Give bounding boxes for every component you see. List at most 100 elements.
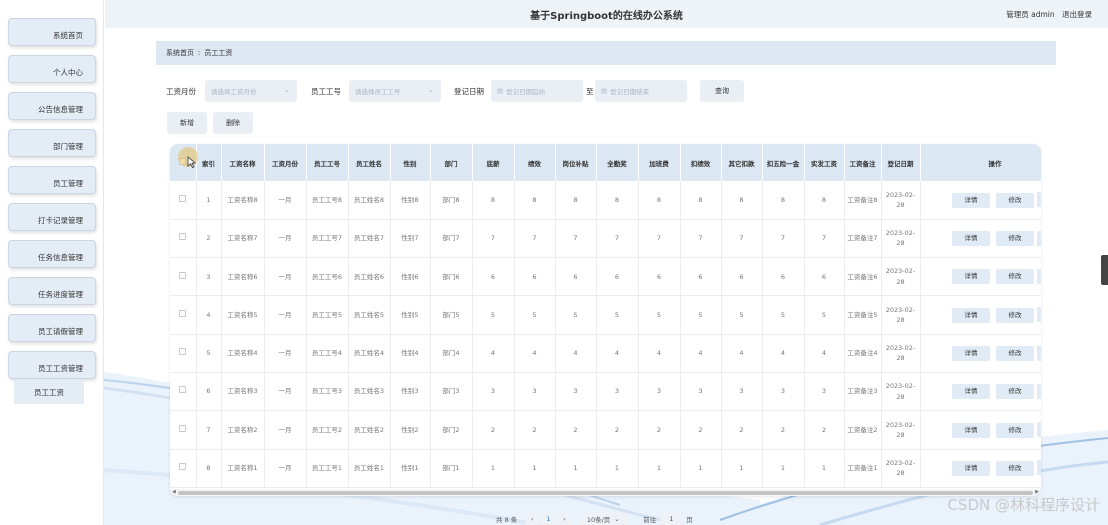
edit-button[interactable]: 修改 — [996, 422, 1034, 438]
edit-button[interactable]: 修改 — [996, 346, 1034, 362]
edit-button[interactable]: 修改 — [996, 231, 1034, 247]
sidebar-item-attendance[interactable]: 打卡记录管理 — [8, 203, 96, 231]
delete-row-button[interactable] — [1037, 422, 1041, 438]
cell-text: 工资备注1 — [847, 464, 878, 473]
row-checkbox[interactable] — [179, 233, 187, 241]
cell-salary-name: 工资名称7 — [221, 219, 265, 259]
cell-attendance-bonus: 3 — [596, 372, 639, 412]
delete-row-button[interactable] — [1037, 307, 1041, 323]
cell-index: 1 — [196, 181, 222, 220]
page-size-select[interactable]: 10条/页 ⌄ — [579, 512, 628, 525]
column-header: 其它扣款 — [721, 144, 763, 181]
delete-row-button[interactable] — [1037, 230, 1041, 246]
query-button[interactable]: 查询 — [700, 80, 744, 102]
row-checkbox[interactable] — [179, 424, 187, 432]
delete-button[interactable]: 删除 — [213, 112, 253, 134]
edit-button[interactable]: 修改 — [996, 192, 1034, 208]
scroll-left-icon[interactable]: ◀ — [172, 489, 176, 495]
detail-button[interactable]: 详情 — [952, 384, 990, 400]
table-row[interactable]: 7 工资名称2 一月 员工工号2 员工姓名2 性别2 部门2 2 2 2 2 2 2 2 2 2 工资备注2 20… — [170, 410, 1041, 450]
breadcrumb-home[interactable]: 系统首页 — [166, 48, 194, 58]
cell-performance: 5 — [514, 295, 556, 335]
cell-select[interactable] — [170, 372, 197, 412]
sidebar-item-salary[interactable]: 员工工资管理 — [8, 351, 96, 379]
sidebar-item-leave[interactable]: 员工请假管理 — [8, 314, 96, 342]
cell-text: 性别5 — [401, 310, 419, 319]
cell-select[interactable] — [170, 181, 197, 220]
table-row[interactable]: 5 工资名称4 一月 员工工号4 员工姓名4 性别4 部门4 4 4 4 4 4 4 4 4 4 工资备注4 20… — [170, 334, 1041, 373]
cell-overtime-pay: 7 — [638, 219, 681, 259]
detail-button[interactable]: 详情 — [952, 192, 990, 208]
cell-select[interactable] — [170, 219, 197, 259]
table-row[interactable]: 8 工资名称1 一月 员工工号1 员工姓名1 性别1 部门1 1 1 1 1 1 1 1 1 1 工资备注1 20… — [170, 449, 1041, 488]
row-checkbox[interactable] — [179, 463, 187, 471]
sidebar-item-task-progress[interactable]: 任务进度管理 — [8, 277, 96, 305]
cell-select[interactable] — [170, 334, 197, 373]
cell-select[interactable] — [170, 410, 197, 450]
cell-post-allowance: 7 — [555, 219, 597, 259]
cell-text: 4 — [698, 349, 703, 358]
cell-text: 员工工号3 — [311, 387, 343, 396]
sidebar-item-home[interactable]: 系统首页 — [8, 18, 96, 46]
table-row[interactable]: 2 工资名称7 一月 员工工号7 员工姓名7 性别7 部门7 7 7 7 7 7 7 7 7 7 工资备注7 20… — [170, 219, 1041, 259]
detail-button[interactable]: 详情 — [952, 422, 990, 438]
delete-row-button[interactable] — [1037, 460, 1041, 476]
row-checkbox[interactable] — [179, 194, 187, 202]
date-end-input[interactable]: ▤ 登记日期结束 — [595, 80, 687, 102]
sidebar-item-profile[interactable]: 个人中心 — [8, 55, 96, 83]
row-checkbox[interactable] — [179, 271, 187, 279]
detail-button[interactable]: 详情 — [952, 307, 990, 323]
row-checkbox[interactable] — [179, 348, 187, 356]
cell-text: 1 — [614, 464, 620, 473]
cell-other-deduction: 8 — [721, 181, 763, 220]
logout-link[interactable]: 退出登录 — [1062, 10, 1092, 19]
delete-row-button[interactable] — [1037, 268, 1041, 284]
cell-text: 工资名称3 — [227, 387, 258, 396]
prev-page-icon[interactable]: ‹ — [525, 512, 540, 525]
salary-month-select[interactable]: 请选择工资月份 ⌄ — [205, 80, 297, 102]
edit-button[interactable]: 修改 — [996, 307, 1034, 323]
delete-row-button[interactable] — [1037, 192, 1041, 208]
sidebar-item-departments[interactable]: 部门管理 — [8, 129, 96, 157]
cell-select[interactable] — [170, 257, 197, 297]
add-button[interactable]: 新增 — [167, 112, 207, 134]
goto-page-input[interactable]: 1 — [660, 512, 683, 525]
page-number[interactable]: 1 — [541, 512, 556, 525]
scroll-thumb[interactable] — [178, 491, 1033, 495]
detail-button[interactable]: 详情 — [952, 269, 990, 285]
cell-actions: 详情 修改 — [920, 449, 1041, 488]
edit-button[interactable]: 修改 — [996, 384, 1034, 400]
cell-department: 部门1 — [430, 449, 473, 488]
detail-button[interactable]: 详情 — [952, 346, 990, 362]
edit-button[interactable]: 修改 — [996, 460, 1034, 476]
side-drawer-handle[interactable] — [1101, 255, 1108, 285]
detail-button[interactable]: 详情 — [952, 231, 990, 247]
cell-select[interactable] — [170, 295, 197, 335]
delete-row-button[interactable] — [1037, 345, 1041, 361]
sidebar-subitem-salary[interactable]: 员工工资 — [14, 380, 84, 404]
cell-post-allowance: 5 — [555, 295, 597, 335]
table-row[interactable]: 4 工资名称5 一月 员工工号5 员工姓名5 性别5 部门5 5 5 5 5 5 5 5 5 5 工资备注5 20… — [170, 295, 1041, 335]
row-checkbox[interactable] — [179, 309, 187, 317]
delete-row-button[interactable] — [1037, 383, 1041, 399]
cell-base-salary: 3 — [472, 372, 515, 412]
cell-overtime-pay: 5 — [638, 295, 681, 335]
cell-select[interactable] — [170, 449, 197, 488]
table-row[interactable]: 1 工资名称8 一月 员工工号8 员工姓名8 性别8 部门8 8 8 8 8 8 8 8 8 8 工资备注8 20… — [170, 181, 1041, 220]
cell-employee-name: 员工姓名1 — [348, 449, 391, 488]
next-page-icon[interactable]: › — [557, 512, 572, 525]
date-start-input[interactable]: ▤ 登记日期起始 — [491, 80, 583, 102]
cell-text: 4 — [821, 349, 827, 358]
cell-department: 部门6 — [430, 257, 473, 297]
cell-text: 员工姓名6 — [353, 272, 385, 281]
sidebar-item-employees[interactable]: 员工管理 — [8, 166, 96, 194]
table-row[interactable]: 3 工资名称6 一月 员工工号6 员工姓名6 性别6 部门6 6 6 6 6 6 6 6 6 6 工资备注6 20… — [170, 257, 1041, 297]
sidebar-item-notices[interactable]: 公告信息管理 — [8, 92, 96, 120]
row-checkbox[interactable] — [179, 386, 187, 394]
edit-button[interactable]: 修改 — [996, 269, 1034, 285]
horizontal-scrollbar[interactable]: ◀ ▶ — [170, 489, 1041, 496]
detail-button[interactable]: 详情 — [952, 460, 990, 476]
table-row[interactable]: 6 工资名称3 一月 员工工号3 员工姓名3 性别3 部门3 3 3 3 3 3 3 3 3 3 工资备注3 20… — [170, 372, 1041, 412]
sidebar-item-tasks[interactable]: 任务信息管理 — [8, 240, 96, 268]
employee-no-select[interactable]: 请选择员工工号 ⌄ — [349, 80, 441, 102]
